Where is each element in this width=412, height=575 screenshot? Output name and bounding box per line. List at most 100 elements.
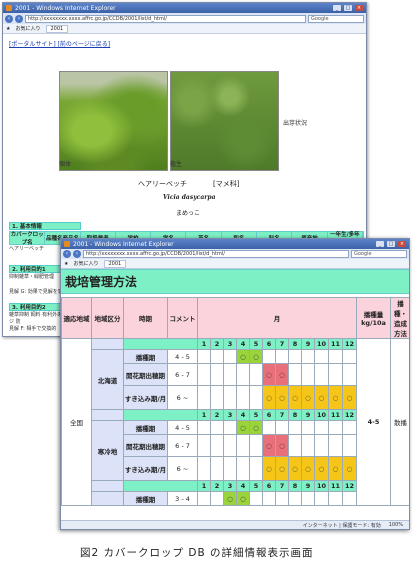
month-number: 9 <box>301 480 315 492</box>
month-cell <box>301 349 315 364</box>
month-number: 3 <box>223 409 237 421</box>
minimize-button[interactable]: _ <box>333 5 341 11</box>
zoom-level[interactable]: 100% <box>389 522 403 528</box>
month-number: 4 <box>236 409 250 421</box>
month-number: 1 <box>197 480 211 492</box>
back-arrow-icon[interactable]: ‹ <box>5 14 13 23</box>
month-number: 5 <box>249 480 263 492</box>
month-cell <box>328 420 343 435</box>
comment-value: 6 - 7 <box>167 363 198 386</box>
month-number: 5 <box>249 338 263 350</box>
nav-links[interactable]: [ポータルサイト] [前のページに戻る] <box>9 39 360 48</box>
month-cell: ○ <box>342 385 357 410</box>
month-number: 3 <box>223 480 237 492</box>
plant-vegetation-photo <box>170 71 279 171</box>
month-cell: ○ <box>314 456 329 481</box>
month-cell: ○ <box>275 456 289 481</box>
month-cell <box>210 434 224 457</box>
month-number: 7 <box>275 480 289 492</box>
month-cell <box>197 385 211 410</box>
month-cell <box>301 434 315 457</box>
tab-2001[interactable]: 2001 <box>103 259 127 268</box>
month-cell <box>288 420 302 435</box>
month-cell <box>223 363 237 386</box>
comment-value: 6 ~ <box>167 385 198 410</box>
address-bar: ‹ › http://xxxxxxxx.xxxx.affrc.go.jp/CCD… <box>3 13 366 24</box>
month-cell <box>223 385 237 410</box>
period-label: 播種期 <box>123 349 168 364</box>
month-number: 11 <box>328 338 343 350</box>
month-row-spacer <box>123 409 198 421</box>
zone-name: 北海道 <box>91 349 124 410</box>
tab-2001[interactable]: 2001 <box>45 24 69 33</box>
month-cell <box>301 491 315 506</box>
month-cell: ○ <box>275 385 289 410</box>
month-cell <box>314 491 329 506</box>
month-cell <box>328 434 343 457</box>
title-bar: 2001 - Windows Internet Explorer _ □ × <box>61 239 409 249</box>
comment-value: 6 ~ <box>167 456 198 481</box>
comment-value: 3 - 4 <box>167 491 198 506</box>
month-cell <box>288 491 302 506</box>
forward-arrow-icon[interactable]: › <box>73 250 81 258</box>
month-cell: ○ <box>223 491 237 506</box>
month-number: 3 <box>223 338 237 350</box>
month-cell <box>210 385 224 410</box>
latin-name: Vicia dasycarpa <box>163 194 216 201</box>
favorites-label[interactable]: お気に入り <box>15 25 40 32</box>
forward-arrow-icon[interactable]: › <box>15 14 23 23</box>
month-cell <box>249 434 263 457</box>
window-title: 2001 - Windows Internet Explorer <box>73 240 174 248</box>
month-cell <box>314 420 329 435</box>
month-cell: ○ <box>275 434 289 457</box>
month-number: 4 <box>236 338 250 350</box>
month-cell: ○ <box>288 456 302 481</box>
month-number: 5 <box>249 409 263 421</box>
month-cell <box>249 491 263 506</box>
url-field[interactable]: http://xxxxxxxx.xxxx.affrc.go.jp/CCDB/20… <box>83 250 349 258</box>
search-input[interactable]: Google <box>308 14 364 23</box>
month-number: 9 <box>301 338 315 350</box>
cultivation-table: 適応地域 地域区分 時期 コメント月播種量 kg/10a 播種・造成方法 全国 1 2 3 4 5 6 7… <box>61 297 409 506</box>
month-cell <box>275 349 289 364</box>
favorites-star-icon[interactable]: ★ <box>6 26 10 32</box>
url-field[interactable]: http://xxxxxxxx.xxxx.affrc.go.jp/CCDB/20… <box>25 14 306 23</box>
maximize-button[interactable]: □ <box>344 5 352 11</box>
month-row-spacer <box>123 338 198 350</box>
method-value: 散播 <box>390 338 409 506</box>
close-button[interactable]: × <box>355 5 363 11</box>
photo1-caption: 個体 <box>59 161 72 168</box>
month-cell <box>210 420 224 435</box>
month-cell <box>249 456 263 481</box>
back-arrow-icon[interactable]: ‹ <box>63 250 71 258</box>
period-label: すき込み期/月 <box>123 456 168 481</box>
amount-value: 4-5 <box>356 338 391 506</box>
month-cell <box>210 491 224 506</box>
photo2-caption: 植生 <box>170 161 183 168</box>
month-number: 2 <box>210 409 224 421</box>
month-cell <box>342 491 357 506</box>
month-number: 8 <box>288 409 302 421</box>
month-cell <box>288 349 302 364</box>
month-cell <box>328 349 343 364</box>
plant-name: ヘアリーベッチ [マメ科] <box>138 180 240 188</box>
month-cell <box>210 456 224 481</box>
month-number: 11 <box>328 480 343 492</box>
zone-name <box>91 491 124 506</box>
close-button[interactable]: × <box>398 241 406 247</box>
month-cell <box>223 420 237 435</box>
month-cell: ○ <box>249 420 263 435</box>
month-cell <box>223 434 237 457</box>
minimize-button[interactable]: _ <box>376 241 384 247</box>
month-cell <box>342 349 357 364</box>
zone-spacer <box>91 338 124 350</box>
search-input[interactable]: Google <box>351 250 407 258</box>
figure-caption: 図2 カバークロップ DB の詳細情報表示画面 <box>80 547 314 559</box>
page-title: 栽培管理方法 <box>61 269 409 294</box>
header-method: 播種・造成方法 <box>390 297 409 339</box>
maximize-button[interactable]: □ <box>387 241 395 247</box>
favorites-label[interactable]: お気に入り <box>73 260 98 267</box>
month-number: 10 <box>314 480 329 492</box>
month-cell: ○ <box>262 434 276 457</box>
favorites-star-icon[interactable]: ★ <box>64 261 68 267</box>
